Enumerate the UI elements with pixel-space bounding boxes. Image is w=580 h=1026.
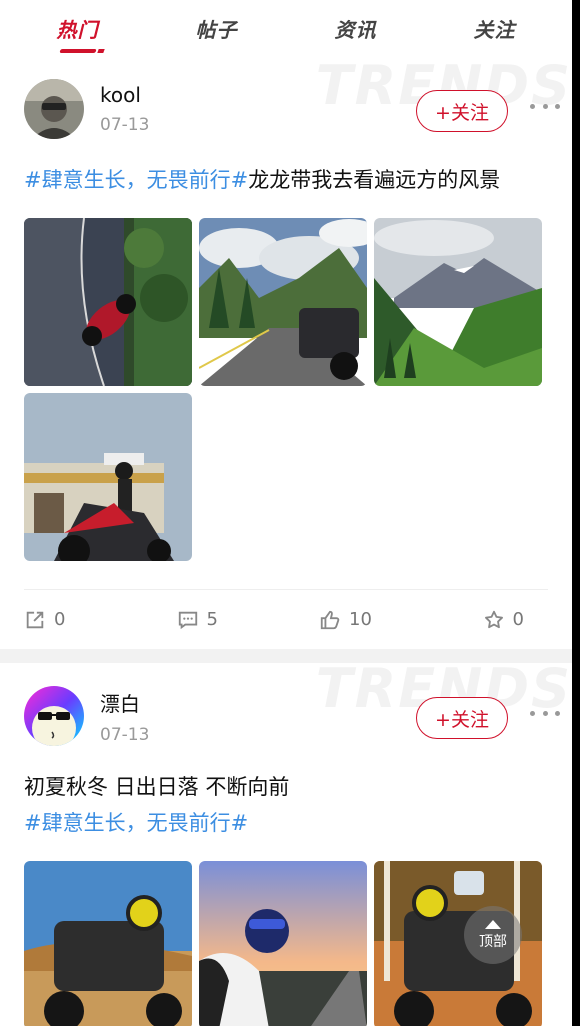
post-image[interactable] [374,218,542,386]
hashtag-link[interactable]: #肆意生长，无畏前行# [24,168,248,192]
more-options-icon[interactable] [530,703,560,723]
like-action[interactable]: 10 [279,609,422,631]
feed-post[interactable]: TRENDS kool 07-13 +关注 #肆意生长，无畏前行#龙龙带我去看遍… [0,54,572,649]
user-meta: kool 07-13 [100,83,149,135]
comment-icon [178,611,197,629]
post-separator [0,649,572,663]
share-action[interactable]: 0 [24,609,127,631]
post-image[interactable] [199,861,367,1026]
like-count: 10 [349,609,372,630]
post-header: 漂白 07-13 +关注 [24,663,560,769]
post-image[interactable] [24,861,192,1026]
hashtag-link[interactable]: #肆意生长，无畏前行# [24,805,548,841]
post-actions: 0 5 10 0 [24,589,548,649]
username[interactable]: kool [100,83,149,107]
back-to-top-label: 顶部 [479,933,507,950]
avatar[interactable] [24,79,84,139]
share-count: 0 [54,609,66,630]
comment-count: 5 [206,609,218,630]
post-image[interactable] [24,218,192,386]
feed-post[interactable]: TRENDS 漂白 07-13 +关注 初夏秋冬 日出日落 不断向前 #肆意生长… [0,657,572,1026]
post-date: 07-13 [100,115,150,135]
follow-button[interactable]: +关注 [416,90,508,132]
post-date: 07-13 [100,724,150,745]
tab-following-label: 关注 [473,17,516,42]
arrow-up-icon [485,919,501,929]
avatar[interactable] [24,686,84,746]
app-screen: 热门 帖子 资讯 关注 TRENDS kool 07-13 +关注 #肆意生长，… [0,0,572,1026]
post-image[interactable] [24,393,192,561]
post-text[interactable]: 初夏秋冬 日出日落 不断向前 #肆意生长，无畏前行# [24,769,548,841]
more-options-icon[interactable] [530,96,560,116]
tab-posts[interactable]: 帖子 [162,14,272,43]
tab-news-label: 资讯 [334,17,377,42]
comment-action[interactable]: 5 [127,609,280,631]
tab-hot-label: 热门 [56,17,99,42]
top-tab-bar: 热门 帖子 资讯 关注 [0,0,572,56]
tab-following[interactable]: 关注 [440,14,550,43]
screen-edge [572,0,580,1026]
username[interactable]: 漂白 [100,688,149,717]
share-icon [26,611,44,628]
tab-hot[interactable]: 热门 [23,14,133,53]
thumbs-up-icon [320,610,340,629]
back-to-top-button[interactable]: 顶部 [464,906,522,964]
tab-posts-label: 帖子 [195,17,238,42]
active-tab-indicator [58,48,97,53]
favorite-count: 0 [512,609,524,630]
user-meta: 漂白 07-13 [100,688,149,745]
post-header: kool 07-13 +关注 [24,56,560,162]
tab-news[interactable]: 资讯 [301,14,411,43]
post-body: 初夏秋冬 日出日落 不断向前 [24,775,290,799]
post-image[interactable] [199,218,367,386]
post-body: 龙龙带我去看遍远方的风景 [248,168,501,192]
follow-button[interactable]: +关注 [416,697,508,739]
image-grid [24,218,548,561]
post-text[interactable]: #肆意生长，无畏前行#龙龙带我去看遍远方的风景 [24,162,548,198]
favorite-action[interactable]: 0 [422,609,549,631]
star-icon [484,610,503,628]
